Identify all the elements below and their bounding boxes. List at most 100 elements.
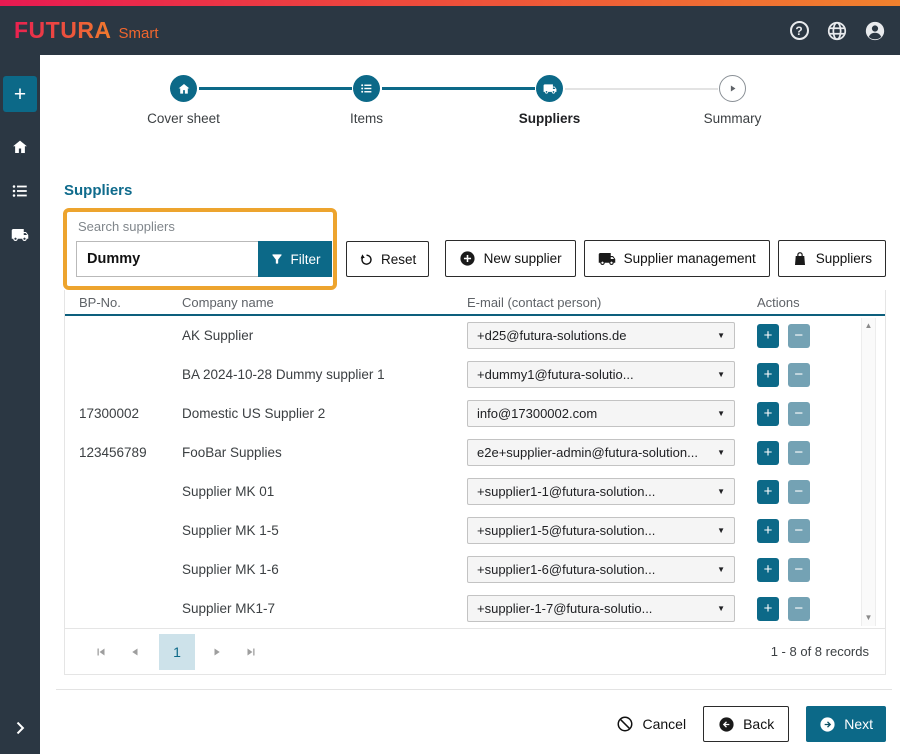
chevron-down-icon: ▼ <box>717 565 725 574</box>
chevron-down-icon: ▼ <box>717 487 725 496</box>
play-icon[interactable] <box>719 75 746 102</box>
reset-undo-icon <box>359 252 374 267</box>
table-row: Supplier MK 1-5 +supplier1-5@futura-solu… <box>65 511 885 550</box>
email-value: info@17300002.com <box>477 406 597 421</box>
step-label: Items <box>350 111 383 126</box>
new-supplier-button[interactable]: New supplier <box>445 240 576 277</box>
supplier-management-button[interactable]: Supplier management <box>584 240 770 277</box>
help-icon[interactable]: ? <box>788 20 810 42</box>
next-page-button[interactable] <box>203 638 231 666</box>
suppliers-button-label: Suppliers <box>816 251 872 266</box>
step-summary[interactable]: Summary <box>641 75 824 126</box>
scroll-up-icon[interactable]: ▲ <box>865 322 873 330</box>
row-remove-button[interactable]: − <box>788 597 810 621</box>
table-row: BA 2024-10-28 Dummy supplier 1 +dummy1@f… <box>65 355 885 394</box>
first-page-button[interactable] <box>87 638 115 666</box>
truck-icon[interactable] <box>536 75 563 102</box>
next-button-label: Next <box>844 716 873 732</box>
row-remove-button[interactable]: − <box>788 441 810 465</box>
plus-circle-icon <box>459 250 476 267</box>
filter-button-label: Filter <box>291 252 321 267</box>
brand-suffix: Smart <box>119 25 159 42</box>
page-title: Suppliers <box>64 182 886 199</box>
row-remove-button[interactable]: − <box>788 324 810 348</box>
supplier-management-label: Supplier management <box>624 251 756 266</box>
arrow-right-circle-icon <box>819 716 836 733</box>
suppliers-content: Suppliers Search suppliers Filter <box>40 182 900 742</box>
email-dropdown[interactable]: info@17300002.com ▼ <box>467 400 735 427</box>
column-header-actions: Actions <box>757 295 885 310</box>
last-page-button[interactable] <box>237 638 265 666</box>
search-suppliers-input[interactable] <box>76 241 258 277</box>
row-add-button[interactable]: + <box>757 441 779 465</box>
row-remove-button[interactable]: − <box>788 402 810 426</box>
step-cover-sheet[interactable]: Cover sheet <box>92 75 275 126</box>
email-dropdown[interactable]: +supplier1-6@futura-solution... ▼ <box>467 556 735 583</box>
filter-button[interactable]: Filter <box>258 241 332 277</box>
row-add-button[interactable]: + <box>757 324 779 348</box>
step-label: Summary <box>704 111 762 126</box>
email-dropdown[interactable]: +supplier-1-7@futura-solutio... ▼ <box>467 595 735 622</box>
sidebar-item-home[interactable] <box>11 138 29 156</box>
email-dropdown[interactable]: +d25@futura-solutions.de ▼ <box>467 322 735 349</box>
row-add-button[interactable]: + <box>757 480 779 504</box>
search-row: Filter <box>76 241 332 277</box>
row-add-button[interactable]: + <box>757 519 779 543</box>
cell-bp-no: 17300002 <box>65 406 182 421</box>
back-button[interactable]: Back <box>703 706 789 742</box>
table-row: Supplier MK 1-6 +supplier1-6@futura-solu… <box>65 550 885 589</box>
email-dropdown[interactable]: e2e+supplier-admin@futura-solution... ▼ <box>467 439 735 466</box>
body-row: + <box>0 55 900 754</box>
row-add-button[interactable]: + <box>757 402 779 426</box>
step-items[interactable]: Items <box>275 75 458 126</box>
cancel-icon <box>616 715 634 733</box>
app-window: FUTURA Smart ? + <box>0 0 900 754</box>
next-button[interactable]: Next <box>806 706 886 742</box>
language-globe-icon[interactable] <box>826 20 848 42</box>
records-count-text: 1 - 8 of 8 records <box>771 644 869 659</box>
sidebar-expand-chevron-icon[interactable] <box>0 718 40 738</box>
wizard-stepper: Cover sheet Items <box>92 75 824 126</box>
sidebar-item-shipping[interactable] <box>11 226 29 244</box>
cell-company-name: Supplier MK1-7 <box>182 601 467 616</box>
row-remove-button[interactable]: − <box>788 363 810 387</box>
row-add-button[interactable]: + <box>757 363 779 387</box>
reset-button[interactable]: Reset <box>346 241 429 277</box>
email-dropdown[interactable]: +supplier1-1@futura-solution... ▼ <box>467 478 735 505</box>
cancel-button[interactable]: Cancel <box>616 715 686 733</box>
sidebar-add-button[interactable]: + <box>3 76 37 112</box>
row-remove-button[interactable]: − <box>788 519 810 543</box>
row-add-button[interactable]: + <box>757 558 779 582</box>
header-actions: ? <box>788 20 886 42</box>
chevron-down-icon: ▼ <box>717 604 725 613</box>
email-dropdown[interactable]: +supplier1-5@futura-solution... ▼ <box>467 517 735 544</box>
column-header-email: E-mail (contact person) <box>467 295 757 310</box>
column-header-bp-no: BP-No. <box>65 295 182 310</box>
sidebar-item-list[interactable] <box>11 182 29 200</box>
cell-company-name: AK Supplier <box>182 328 467 343</box>
scroll-down-icon[interactable]: ▼ <box>865 614 873 622</box>
pagination-bar: 1 1 - 8 of 8 records <box>65 628 885 674</box>
brand-logo: FUTURA Smart <box>14 17 159 44</box>
prev-page-button[interactable] <box>121 638 149 666</box>
home-icon[interactable] <box>170 75 197 102</box>
email-dropdown[interactable]: +dummy1@futura-solutio... ▼ <box>467 361 735 388</box>
row-add-button[interactable]: + <box>757 597 779 621</box>
row-remove-button[interactable]: − <box>788 558 810 582</box>
current-page[interactable]: 1 <box>159 634 195 670</box>
suppliers-button[interactable]: Suppliers <box>778 240 886 277</box>
row-remove-button[interactable]: − <box>788 480 810 504</box>
wizard-footer: Cancel Back Next <box>64 706 886 742</box>
table-row: 17300002 Domestic US Supplier 2 info@173… <box>65 394 885 433</box>
step-label: Cover sheet <box>147 111 220 126</box>
table-scrollbar[interactable]: ▲ ▼ <box>861 318 876 626</box>
main-panel: Cover sheet Items <box>40 55 900 754</box>
list-icon[interactable] <box>353 75 380 102</box>
table-row: Supplier MK 01 +supplier1-1@futura-solut… <box>65 472 885 511</box>
step-suppliers[interactable]: Suppliers <box>458 75 641 126</box>
account-icon[interactable] <box>864 20 886 42</box>
chevron-down-icon: ▼ <box>717 331 725 340</box>
sidebar: + <box>0 55 40 754</box>
email-value: +dummy1@futura-solutio... <box>477 367 634 382</box>
footer-divider <box>56 689 892 690</box>
